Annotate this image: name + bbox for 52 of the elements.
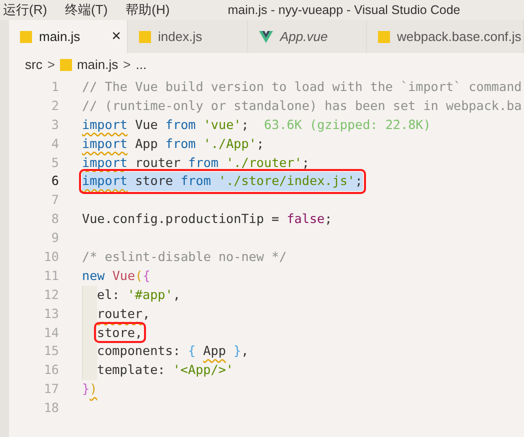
breadcrumb-item[interactable]: main.js (76, 54, 118, 74)
js-file-icon (20, 30, 32, 42)
code-line: }) (82, 380, 98, 398)
line-number: 1 (50, 78, 59, 96)
js-file-icon (378, 30, 390, 42)
breadcrumb-item[interactable]: ... (136, 54, 147, 74)
vue-file-icon (259, 30, 273, 42)
window-title: main.js - nyy-vueapp - Visual Studio Code (228, 2, 460, 19)
tab-label: webpack.base.conf.js (397, 28, 522, 46)
chevron-icon: > (47, 54, 55, 74)
line-number: 6 (50, 172, 59, 190)
line-number: 17 (42, 380, 59, 398)
tab-label: index.js (158, 28, 202, 46)
js-file-icon (60, 58, 72, 70)
menu-item[interactable]: 帮助(H) (126, 0, 170, 20)
line-number: 8 (50, 210, 59, 228)
code-line: template: '<App/>' (97, 361, 234, 380)
line-number: 9 (50, 229, 59, 248)
code-line: Vue.config.productionTip = false; (82, 210, 332, 228)
line-number: 14 (42, 324, 59, 342)
chevron-icon: > (123, 54, 131, 74)
tab-label: App.vue (280, 28, 328, 46)
tab-label: main.js (39, 28, 80, 46)
code-line: /* eslint-disable no-new */ (82, 248, 287, 266)
editor-tab[interactable]: main.js × (9, 20, 128, 53)
code-line: import Vue from 'vue'; 63.6K (gzipped: 22.8K) (82, 116, 431, 134)
line-number: 11 (42, 266, 59, 285)
line-number: 3 (50, 116, 59, 134)
line-number: 4 (50, 134, 59, 153)
line-number: 7 (50, 191, 59, 210)
js-file-icon (139, 30, 151, 42)
code-line: // The Vue build version to load with the `import` command (82, 78, 522, 96)
code-line: import App from './App'; (82, 134, 264, 153)
code-line: components: { App }, (97, 342, 249, 360)
line-number: 10 (42, 248, 59, 266)
line-number: 12 (42, 286, 59, 304)
menu-item[interactable]: 运行(R) (3, 0, 48, 20)
line-number: 15 (42, 342, 59, 360)
close-icon[interactable]: × (112, 28, 121, 44)
code-line: // (runtime-only or standalone) has been set in webpack.ba (82, 96, 522, 115)
code-line: import router from './router'; (82, 154, 310, 172)
line-number: 18 (42, 399, 59, 418)
line-number: 16 (42, 361, 59, 380)
code-line: router, (97, 304, 150, 323)
line-number: 5 (50, 154, 59, 172)
line-number: 2 (50, 96, 59, 115)
line-number: 13 (42, 304, 59, 323)
code-line: new Vue({ (82, 266, 150, 285)
code-line: el: '#app', (97, 286, 180, 304)
code-line: store, (97, 324, 142, 342)
breadcrumb-item[interactable]: src (25, 54, 42, 74)
menu-item[interactable]: 终端(T) (65, 0, 108, 20)
